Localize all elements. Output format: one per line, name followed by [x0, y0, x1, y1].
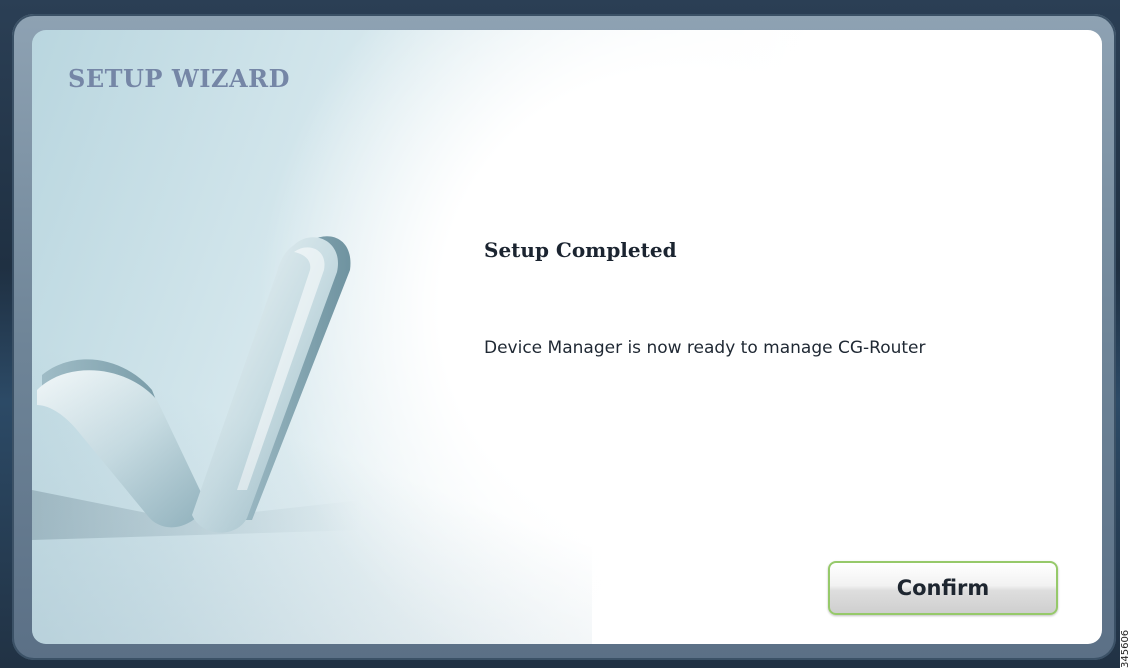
confirm-button[interactable]: Confirm [828, 561, 1058, 615]
wizard-panel: SETUP WIZARD Setup Completed Device Mana… [32, 30, 1102, 644]
status-message: Device Manager is now ready to manage CG… [484, 338, 926, 358]
setup-completed-heading: Setup Completed [484, 238, 677, 262]
figure-id-label: 345606 [1120, 629, 1131, 668]
wizard-title: SETUP WIZARD [68, 64, 290, 93]
checkmark-icon [32, 236, 362, 540]
